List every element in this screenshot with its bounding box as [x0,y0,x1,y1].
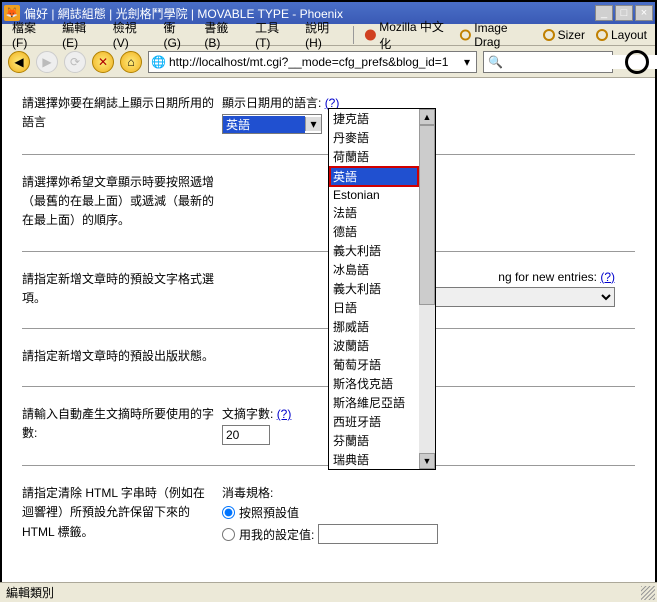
dropdown-item[interactable]: 法語 [329,203,419,222]
dropdown-item[interactable]: 芬蘭語 [329,431,419,450]
dropdown-item[interactable]: 西班牙語 [329,412,419,431]
scroll-up-icon[interactable]: ▲ [419,109,435,125]
language-label: 顯示日期用的語言: [222,96,321,110]
menu-tools[interactable]: 工具(T) [249,17,297,52]
throbber-icon [625,50,649,74]
ext-mozilla-cn-label: Mozilla 中文化 [379,18,449,52]
language-select[interactable]: 英語 ▾ [222,114,322,134]
url-dropdown-icon[interactable]: ▾ [460,55,474,69]
row-order-desc: 請選擇妳希望文章顯示時要按照遞增（最舊的在最上面）或遞減（最新的在最上面）的順序… [22,173,222,231]
sizer-icon [542,28,556,42]
dropdown-item[interactable]: 斯洛維尼亞語 [329,393,419,412]
chevron-down-icon[interactable]: ▾ [305,117,321,131]
sanitize-label: 消毒規格: [222,484,635,501]
home-button[interactable]: ⌂ [120,51,142,73]
sanitize-default-label: 按照預設值 [239,504,299,521]
dropdown-item[interactable]: 德語 [329,222,419,241]
minimize-button[interactable]: _ [595,5,613,21]
dropdown-item[interactable]: 冰島語 [329,260,419,279]
ext-image-drag[interactable]: Image Drag [455,19,535,51]
sanitize-default-radio[interactable] [222,506,235,519]
statusbar: 編輯類別 [0,582,657,602]
dropdown-item[interactable]: Estonian [329,187,419,203]
menu-edit[interactable]: 編輯(E) [56,17,105,52]
ext-layout[interactable]: Layout [591,26,651,44]
sanitize-custom-radio[interactable] [222,528,235,541]
ext-layout-label: Layout [611,28,647,42]
menu-help[interactable]: 說明(H) [299,17,348,52]
dropdown-item[interactable]: 捷克語 [329,109,419,128]
row-excerpt-desc: 請輸入自動產生文摘時所要使用的字數: [22,405,222,445]
layout-icon [595,28,609,42]
dropdown-item[interactable]: 丹麥語 [329,128,419,147]
row-text-format-desc: 請指定新增文章時的預設文字格式選項。 [22,270,222,308]
ext-sizer[interactable]: Sizer [538,26,589,44]
menubar: 檔案(F) 編輯(E) 檢視(V) 衝(G) 書籤(B) 工具(T) 說明(H)… [2,24,655,46]
sanitize-custom-label: 用我的設定值: [239,526,314,543]
dropdown-item[interactable]: 波蘭語 [329,336,419,355]
scroll-track[interactable] [419,125,435,453]
menu-file[interactable]: 檔案(F) [6,17,54,52]
image-drag-icon [459,28,472,42]
dropdown-item[interactable]: 瑞典語 [329,450,419,469]
dropdown-scrollbar[interactable]: ▲ ▼ [419,109,435,469]
excerpt-label: 文摘字數: [222,407,273,421]
menu-go[interactable]: 衝(G) [157,17,196,52]
text-format-label-tail: ng for new entries: [498,270,597,284]
status-text: 編輯類別 [6,584,54,601]
language-dropdown-list: 捷克語丹麥語荷蘭語英語Estonian法語德語義大利語冰島語義大利語日語挪威語波… [328,108,436,470]
dropdown-item[interactable]: 荷蘭語 [329,147,419,166]
dropdown-item[interactable]: 葡萄牙語 [329,355,419,374]
excerpt-help-link[interactable]: (?) [277,407,292,421]
back-button[interactable]: ◀ [8,51,30,73]
menu-view[interactable]: 檢視(V) [107,17,156,52]
scroll-thumb[interactable] [419,125,435,305]
row-sanitize: 請指定清除 HTML 字串時（例如在迴響裡）所預設允許保留下來的 HTML 標籤… [22,465,635,557]
dropdown-item[interactable]: 斯洛伐克語 [329,374,419,393]
toolbar: ◀ ▶ ⟳ ✕ ⌂ 🌐 ▾ 🔍 [2,46,655,78]
ext-sizer-label: Sizer [558,28,585,42]
text-format-help-link[interactable]: (?) [600,270,615,284]
forward-button[interactable]: ▶ [36,51,58,73]
url-input[interactable] [169,55,457,69]
row-sanitize-desc: 請指定清除 HTML 字串時（例如在迴響裡）所預設允許保留下來的 HTML 標籤… [22,484,222,547]
row-language-desc: 請選擇妳要在網誌上顯示日期所用的語言 [22,94,222,134]
dropdown-item[interactable]: 日語 [329,298,419,317]
dropdown-item[interactable]: 義大利語 [329,241,419,260]
menu-separator [353,26,355,44]
row-publish-status-desc: 請指定新增文章時的預設出版狀態。 [22,347,222,366]
maximize-button[interactable]: □ [615,5,633,21]
dropdown-item[interactable]: 義大利語 [329,279,419,298]
resize-grip-icon[interactable] [641,586,655,600]
menu-bookmarks[interactable]: 書籤(B) [198,17,247,52]
close-button[interactable]: × [635,5,653,21]
dropdown-item[interactable]: 挪威語 [329,317,419,336]
window-controls: _ □ × [595,5,653,21]
scroll-down-icon[interactable]: ▼ [419,453,435,469]
dropdown-item[interactable]: 英語 [329,166,419,187]
excerpt-words-input[interactable] [222,425,270,445]
url-protocol-icon: 🌐 [151,55,166,69]
reload-button[interactable]: ⟳ [64,51,86,73]
stop-button[interactable]: ✕ [92,51,114,73]
ext-image-drag-label: Image Drag [474,21,531,49]
content-area: 請選擇妳要在網誌上顯示日期所用的語言 顯示日期用的語言: (?) 英語 ▾ 捷克… [2,78,655,580]
mozilla-icon [364,28,377,42]
ext-mozilla-cn[interactable]: Mozilla 中文化 [360,16,453,54]
search-bar[interactable]: 🔍 [483,51,613,73]
language-select-value: 英語 [223,116,305,133]
sanitize-custom-input[interactable] [318,524,438,544]
search-icon: 🔍 [488,55,503,69]
url-bar[interactable]: 🌐 ▾ [148,51,477,73]
dropdown-items: 捷克語丹麥語荷蘭語英語Estonian法語德語義大利語冰島語義大利語日語挪威語波… [329,109,419,469]
